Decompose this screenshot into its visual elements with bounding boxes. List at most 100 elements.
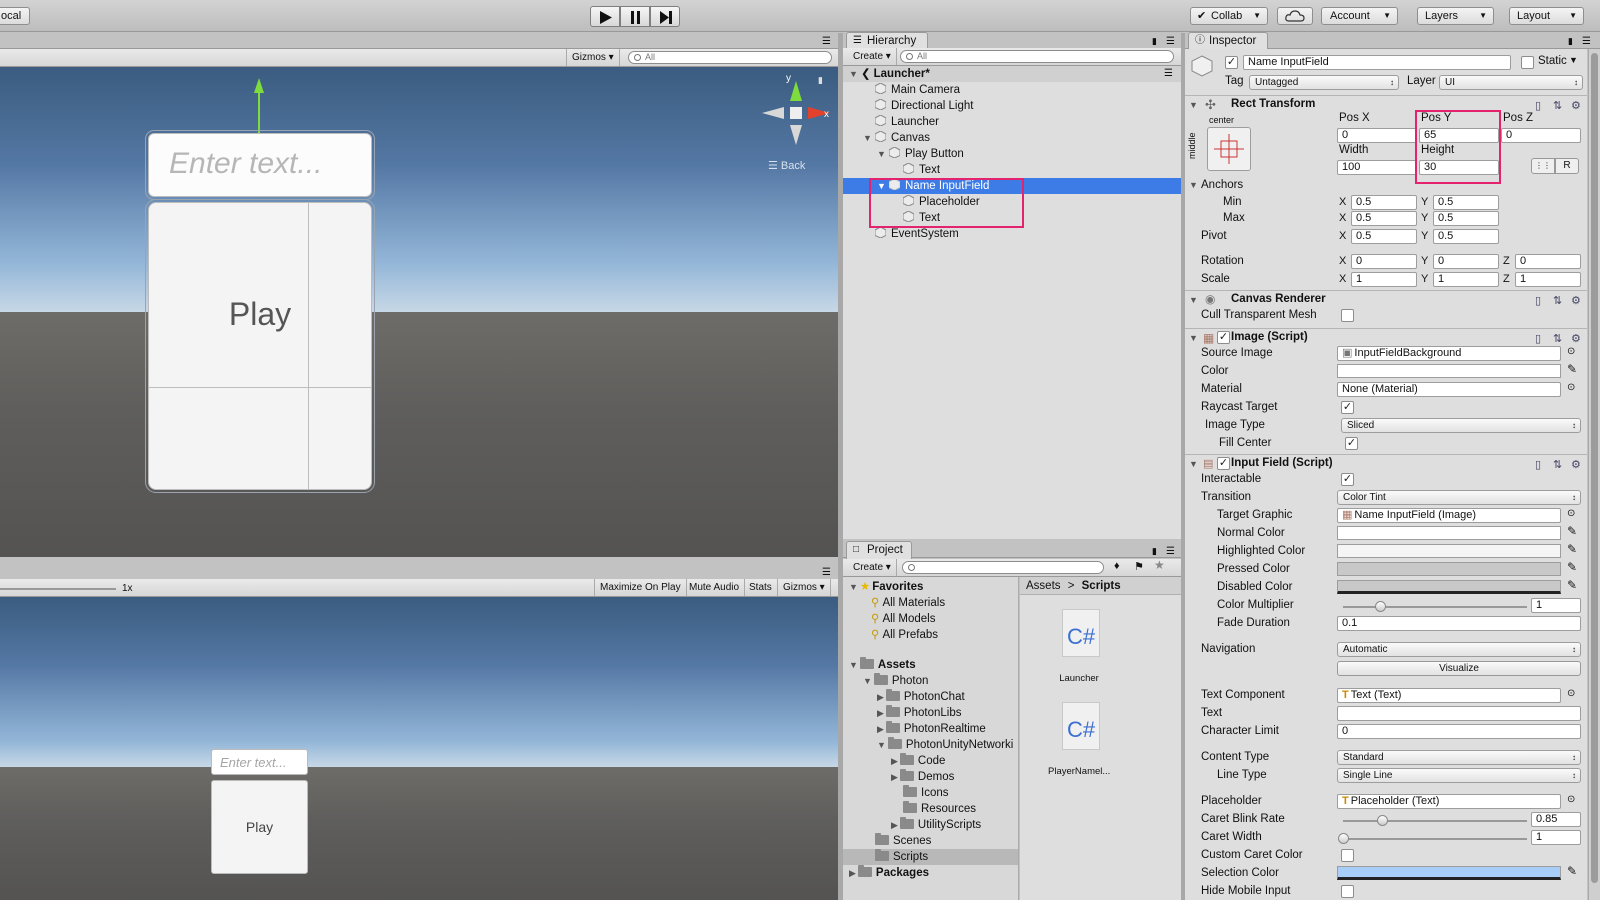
color-multiplier-slider[interactable]	[1343, 606, 1527, 608]
transition-dropdown[interactable]: Color Tint	[1337, 490, 1581, 505]
caret-blink-rate-slider[interactable]	[1343, 820, 1527, 822]
fade-duration-field[interactable]: 0.1	[1337, 616, 1581, 631]
caret-width-slider[interactable]	[1343, 838, 1527, 840]
navigation-dropdown[interactable]: Automatic	[1337, 642, 1581, 657]
object-picker-icon[interactable]: ⊙	[1567, 688, 1575, 699]
preset-icon[interactable]: ⇅	[1553, 332, 1562, 345]
hierarchy-item-directional-light[interactable]: Directional Light	[843, 98, 1181, 114]
favorite-star-icon[interactable]: ★	[1154, 558, 1165, 572]
tab-inspector[interactable]: ⓘ Inspector	[1188, 32, 1268, 50]
folder-utilityscripts[interactable]: ▶ UtilityScripts	[843, 817, 1018, 833]
anchor-max-y-field[interactable]: 0.5	[1433, 211, 1499, 226]
component-settings-icon[interactable]: ⚙	[1571, 294, 1581, 307]
fill-center-checkbox[interactable]: ✓	[1345, 437, 1358, 450]
component-settings-icon[interactable]: ⚙	[1571, 332, 1581, 345]
stats-toggle[interactable]: Stats	[744, 579, 778, 596]
object-picker-icon[interactable]: ⊙	[1567, 382, 1575, 393]
eyedropper-icon[interactable]: ✎	[1567, 560, 1577, 574]
caret-width-knob[interactable]	[1338, 833, 1349, 844]
eyedropper-icon[interactable]: ✎	[1567, 578, 1577, 592]
tag-dropdown[interactable]: Untagged	[1249, 75, 1399, 90]
inspector-scrollbar[interactable]	[1588, 49, 1600, 900]
expand-triangle-icon[interactable]: ▼	[877, 740, 886, 750]
input-field-enabled-checkbox[interactable]: ✓	[1217, 457, 1230, 470]
favorites-header[interactable]: ▼ ★ Favorites	[843, 579, 1018, 595]
cloud-button[interactable]	[1277, 7, 1313, 25]
scene-view[interactable]: Enter text... Play y x ▮ ☰ Back	[0, 67, 838, 557]
preset-icon[interactable]: ⇅	[1553, 99, 1562, 112]
expand-triangle-icon[interactable]: ▼	[877, 146, 886, 162]
tab-project[interactable]: □ Project	[846, 541, 912, 559]
pause-button[interactable]	[620, 6, 650, 27]
eyedropper-icon[interactable]: ✎	[1567, 864, 1577, 878]
inspector-scrollbar-thumb[interactable]	[1591, 53, 1598, 883]
content-type-dropdown[interactable]: Standard	[1337, 750, 1581, 765]
folder-icons[interactable]: Icons	[843, 785, 1018, 801]
scene-search-input[interactable]: All	[628, 51, 832, 64]
maximize-on-play-toggle[interactable]: Maximize On Play	[594, 579, 687, 596]
folder-photonchat[interactable]: ▶ PhotonChat	[843, 689, 1018, 705]
collapse-triangle-icon[interactable]: ▶	[891, 820, 898, 830]
script-file-launcher[interactable]: C# Launcher	[1058, 609, 1138, 689]
active-checkbox[interactable]: ✓	[1225, 56, 1238, 69]
color-swatch[interactable]	[1337, 364, 1561, 378]
line-type-dropdown[interactable]: Single Line	[1337, 768, 1581, 783]
breadcrumb-assets[interactable]: Assets	[1026, 580, 1061, 592]
preset-icon[interactable]: ⇅	[1553, 458, 1562, 471]
object-name-field[interactable]: Name InputField	[1243, 55, 1511, 70]
favorite-item[interactable]: ⚲ All Materials	[843, 595, 1018, 611]
scene-back-label[interactable]: ☰ Back	[768, 159, 805, 172]
rect-transform-header[interactable]: ▼ ✣ Rect Transform ▯ ⇅ ⚙	[1185, 95, 1587, 113]
material-field[interactable]: None (Material)	[1337, 382, 1561, 397]
help-book-icon[interactable]: ▯	[1535, 99, 1541, 112]
hierarchy-item-play-button[interactable]: ▼ Play Button	[843, 146, 1181, 162]
scene-options-icon[interactable]: ☰	[1164, 66, 1173, 82]
target-graphic-field[interactable]: ▦ Name InputField (Image)	[1337, 508, 1561, 523]
folder-scripts[interactable]: Scripts	[843, 849, 1018, 865]
mute-audio-toggle[interactable]: Mute Audio	[684, 579, 746, 596]
filter-by-label-icon[interactable]: ⚑	[1134, 560, 1144, 573]
help-book-icon[interactable]: ▯	[1535, 458, 1541, 471]
anchor-presets-button[interactable]	[1207, 127, 1251, 171]
color-multiplier-knob[interactable]	[1374, 601, 1386, 612]
component-settings-icon[interactable]: ⚙	[1571, 458, 1581, 471]
folder-demos[interactable]: ▶ Demos	[843, 769, 1018, 785]
collapse-triangle-icon[interactable]: ▶	[891, 756, 898, 766]
game-scale-slider[interactable]	[0, 588, 116, 590]
hierarchy-item-launcher[interactable]: Launcher	[843, 114, 1181, 130]
preset-icon[interactable]: ⇅	[1553, 294, 1562, 307]
collapse-triangle-icon[interactable]: ▶	[877, 724, 884, 734]
collab-dropdown[interactable]: ✔ Collab ▼	[1190, 7, 1268, 25]
selection-color-swatch[interactable]	[1337, 866, 1561, 880]
layer-dropdown[interactable]: UI	[1439, 75, 1583, 90]
object-picker-icon[interactable]: ⊙	[1567, 508, 1575, 519]
project-search-input[interactable]	[902, 561, 1104, 574]
caret-blink-rate-knob[interactable]	[1377, 815, 1389, 826]
source-image-field[interactable]: ▣ InputFieldBackground	[1337, 346, 1561, 361]
hierarchy-root-scene[interactable]: ▼ ❮ Launcher* ☰	[843, 66, 1181, 82]
visualize-button[interactable]: Visualize	[1337, 661, 1581, 676]
raw-edit-button[interactable]: R	[1555, 158, 1579, 174]
game-gizmos-dropdown[interactable]: Gizmos ▾	[778, 579, 831, 596]
hierarchy-lock-icon[interactable]: ▮	[1152, 36, 1157, 47]
scale-y-field[interactable]: 1	[1433, 272, 1499, 287]
scale-x-field[interactable]: 1	[1351, 272, 1417, 287]
expand-triangle-icon[interactable]: ▼	[849, 582, 858, 592]
favorite-item[interactable]: ⚲ All Prefabs	[843, 627, 1018, 643]
color-multiplier-field[interactable]: 1	[1531, 598, 1581, 613]
folder-photonunitynetworking[interactable]: ▼ PhotonUnityNetworki	[843, 737, 1018, 753]
folder-scenes[interactable]: Scenes	[843, 833, 1018, 849]
raycast-target-checkbox[interactable]: ✓	[1341, 401, 1354, 414]
custom-caret-color-checkbox[interactable]	[1341, 849, 1354, 862]
expand-triangle-icon[interactable]: ▼	[863, 676, 872, 686]
rotation-z-field[interactable]: 0	[1515, 254, 1581, 269]
static-checkbox[interactable]	[1521, 56, 1534, 69]
posz-field[interactable]: 0	[1501, 128, 1581, 143]
hierarchy-item-main-camera[interactable]: Main Camera	[843, 82, 1181, 98]
layout-dropdown[interactable]: Layout ▼	[1509, 7, 1584, 25]
scene-gizmos-dropdown[interactable]: Gizmos ▾	[566, 49, 620, 66]
game-panel-menu-icon[interactable]: ☰	[822, 567, 831, 578]
pivot-local-toggle[interactable]: ocal	[0, 7, 30, 25]
static-dropdown-icon[interactable]: ▼	[1569, 55, 1578, 65]
image-type-dropdown[interactable]: Sliced	[1341, 418, 1581, 433]
